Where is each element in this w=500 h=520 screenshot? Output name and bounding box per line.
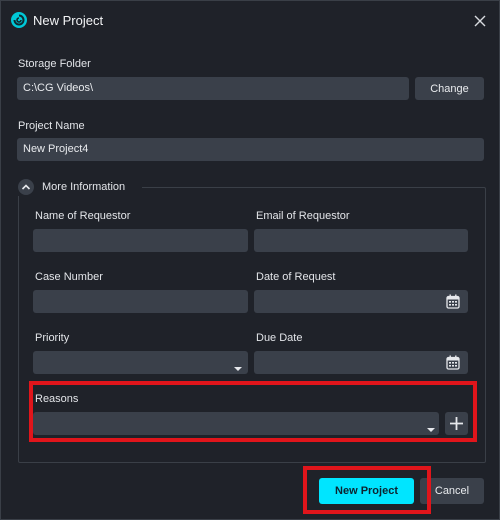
requestor-email-input[interactable] <box>254 229 468 252</box>
due-date-input[interactable] <box>254 351 468 374</box>
calendar-icon[interactable] <box>446 294 460 309</box>
dropdown-arrow-icon[interactable] <box>427 420 435 432</box>
close-icon[interactable] <box>471 12 489 30</box>
cancel-button[interactable]: Cancel <box>420 478 484 504</box>
storage-folder-label: Storage Folder <box>18 58 91 70</box>
new-project-dialog: New Project Storage Folder C:\CG Videos\… <box>0 0 500 520</box>
change-folder-button[interactable]: Change <box>415 77 484 100</box>
reasons-label: Reasons <box>35 393 79 405</box>
dialog-title: New Project <box>33 13 104 28</box>
case-number-label: Case Number <box>35 271 103 283</box>
more-information-header: More Information <box>18 178 142 196</box>
plus-icon <box>450 417 463 430</box>
add-reason-button[interactable] <box>445 412 468 435</box>
project-name-label: Project Name <box>18 120 85 132</box>
requestor-email-label: Email of Requestor <box>256 210 350 222</box>
more-information-label: More Information <box>42 181 126 193</box>
priority-label: Priority <box>35 332 70 344</box>
requestor-name-label: Name of Requestor <box>35 210 131 222</box>
storage-folder-field[interactable]: C:\CG Videos\ <box>17 77 409 100</box>
title-bar: New Project <box>1 1 499 41</box>
date-of-request-label: Date of Request <box>256 271 336 283</box>
priority-select[interactable] <box>33 351 248 374</box>
app-logo-icon <box>11 12 27 28</box>
requestor-name-input[interactable] <box>33 229 248 252</box>
project-name-field[interactable]: New Project4 <box>17 138 484 161</box>
date-of-request-input[interactable] <box>254 290 468 313</box>
reasons-select[interactable] <box>33 412 439 435</box>
new-project-button[interactable]: New Project <box>319 478 414 504</box>
due-date-label: Due Date <box>256 332 303 344</box>
case-number-input[interactable] <box>33 290 248 313</box>
dropdown-arrow-icon[interactable] <box>234 359 242 371</box>
collapse-chevron-up-icon[interactable] <box>18 179 34 195</box>
calendar-icon[interactable] <box>446 355 460 370</box>
